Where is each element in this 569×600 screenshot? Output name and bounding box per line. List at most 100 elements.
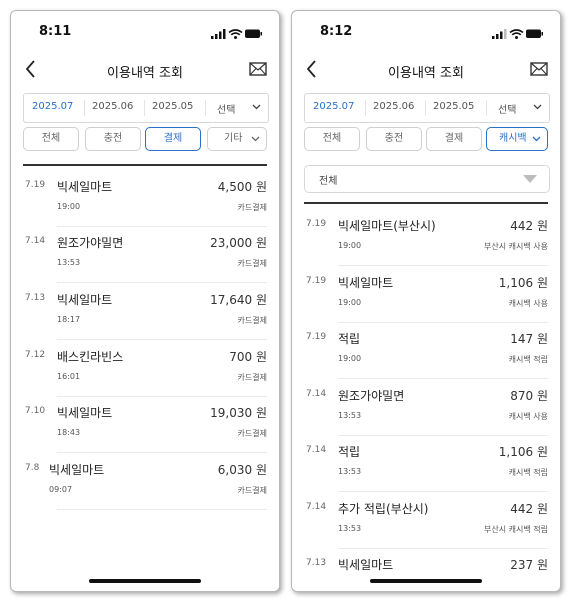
row-date: 7.19 xyxy=(306,276,327,286)
wifi-icon xyxy=(228,29,243,39)
status-time: 8:12 xyxy=(320,24,353,39)
envelope-icon[interactable] xyxy=(530,62,548,76)
row-separator xyxy=(57,339,267,340)
row-separator xyxy=(57,509,267,510)
row-type: 캐시백 적립 xyxy=(508,355,548,364)
row-time: 19:00 xyxy=(57,202,81,211)
row-type: 카드결제 xyxy=(237,373,267,382)
row-amount: 23,000 원 xyxy=(210,236,267,250)
tab-all[interactable]: 전체 xyxy=(23,127,79,151)
tab-etc[interactable]: 기타 xyxy=(207,127,267,151)
month-option-2025-07[interactable]: 2025.07 xyxy=(32,101,73,112)
month-option-2025-06[interactable]: 2025.06 xyxy=(373,101,414,112)
row-date: 7.13 xyxy=(306,558,327,568)
chevron-down-icon xyxy=(251,136,260,142)
row-merchant: 빅세일마트 xyxy=(57,406,113,420)
row-amount: 442 원 xyxy=(510,502,548,516)
envelope-icon[interactable] xyxy=(249,62,267,76)
row-merchant: 빅세일마트 xyxy=(338,558,394,572)
row-type: 캐시백 적립 xyxy=(508,468,548,477)
row-amount: 1,106 원 xyxy=(498,445,548,459)
home-indicator xyxy=(89,579,201,583)
row-amount: 17,640 원 xyxy=(210,293,267,307)
row-amount: 147 원 xyxy=(510,332,548,346)
transaction-row[interactable]: 7.13 빅세일마트 237 원 xyxy=(304,549,548,591)
row-time: 13:53 xyxy=(338,467,362,476)
tab-payment[interactable]: 결제 xyxy=(426,127,482,151)
divider xyxy=(486,100,487,116)
row-date: 7.8 xyxy=(25,463,40,473)
row-date: 7.19 xyxy=(306,219,327,229)
tab-payment[interactable]: 결제 xyxy=(145,127,201,151)
battery-icon xyxy=(526,29,543,38)
row-merchant: 원조가야밀면 xyxy=(338,389,405,403)
month-select-dropdown[interactable]: 선택 xyxy=(498,101,516,116)
row-merchant: 적립 xyxy=(338,332,361,346)
tab-charge[interactable]: 충전 xyxy=(366,127,422,151)
month-selector: 2025.07 2025.06 2025.05 선택 xyxy=(304,93,550,123)
row-amount: 19,030 원 xyxy=(210,406,267,420)
row-date: 7.14 xyxy=(306,389,327,399)
row-amount: 1,106 원 xyxy=(498,276,548,290)
row-amount: 237 원 xyxy=(510,558,548,572)
row-separator xyxy=(338,491,548,492)
transaction-row[interactable]: 7.19 빅세일마트 4,500 원 19:00 카드결제 xyxy=(23,171,267,227)
tab-cashback[interactable]: 캐시백 xyxy=(486,127,548,151)
transaction-row[interactable]: 7.12 배스킨라빈스 700 원 16:01 카드결제 xyxy=(23,341,267,397)
transaction-row[interactable]: 7.10 빅세일마트 19,030 원 18:43 카드결제 xyxy=(23,397,267,453)
row-date: 7.14 xyxy=(25,236,46,246)
transaction-row[interactable]: 7.14 원조가야밀면 870 원 13:53 캐시백 사용 xyxy=(304,380,548,436)
phone-screen-left: 8:11 이용내역 조회 2025.07 2025.06 2025.05 선택 … xyxy=(10,10,280,592)
status-bar: 8:12 xyxy=(292,23,560,43)
filter-value: 전체 xyxy=(319,176,338,187)
chevron-down-icon xyxy=(532,136,541,142)
month-option-2025-06[interactable]: 2025.06 xyxy=(92,101,133,112)
cashback-filter-select[interactable]: 전체 xyxy=(304,165,550,193)
row-time: 19:00 xyxy=(338,298,362,307)
row-type: 카드결제 xyxy=(237,316,267,325)
row-merchant: 빅세일마트 xyxy=(57,293,113,307)
row-time: 13:53 xyxy=(338,524,362,533)
month-option-2025-05[interactable]: 2025.05 xyxy=(152,101,193,112)
row-merchant: 추가 적립(부산시) xyxy=(338,502,429,516)
tab-charge[interactable]: 충전 xyxy=(85,127,141,151)
chevron-down-icon xyxy=(252,104,261,110)
transaction-row[interactable]: 7.14 추가 적립(부산시) 442 원 13:53 부산시 캐시백 적립 xyxy=(304,493,548,549)
row-separator xyxy=(338,265,548,266)
month-selector: 2025.07 2025.06 2025.05 선택 xyxy=(23,93,269,123)
month-option-2025-05[interactable]: 2025.05 xyxy=(433,101,474,112)
row-merchant: 적립 xyxy=(338,445,361,459)
row-type: 캐시백 사용 xyxy=(508,412,548,421)
row-type: 카드결제 xyxy=(237,203,267,212)
transaction-row[interactable]: 7.14 원조가야밀면 23,000 원 13:53 카드결제 xyxy=(23,227,267,283)
row-type: 부산시 캐시백 적립 xyxy=(484,525,548,534)
row-separator xyxy=(57,282,267,283)
row-type: 카드결제 xyxy=(237,259,267,268)
status-icons xyxy=(492,29,543,39)
row-time: 13:53 xyxy=(338,411,362,420)
month-select-dropdown[interactable]: 선택 xyxy=(217,101,235,116)
transaction-row[interactable]: 7.19 빅세일마트(부산시) 442 원 19:00 부산시 캐시백 사용 xyxy=(304,210,548,266)
phone-screen-right: 8:12 이용내역 조회 2025.07 2025.06 2025.05 선택 … xyxy=(291,10,561,592)
row-date: 7.13 xyxy=(25,293,46,303)
chevron-down-icon xyxy=(533,104,542,110)
row-amount: 700 원 xyxy=(229,350,267,364)
dropdown-triangle-icon xyxy=(523,175,537,183)
transaction-row[interactable]: 7.8 빅세일마트 6,030 원 09:07 카드결제 xyxy=(23,454,267,510)
signal-icon xyxy=(492,29,507,39)
signal-icon xyxy=(211,29,226,39)
row-time: 09:07 xyxy=(49,485,73,494)
transaction-row[interactable]: 7.13 빅세일마트 17,640 원 18:17 카드결제 xyxy=(23,284,267,340)
divider xyxy=(425,100,426,116)
row-type: 카드결제 xyxy=(237,429,267,438)
row-date: 7.19 xyxy=(306,332,327,342)
transaction-row[interactable]: 7.19 적립 147 원 19:00 캐시백 적립 xyxy=(304,323,548,379)
row-type: 카드결제 xyxy=(237,486,267,495)
transaction-row[interactable]: 7.14 적립 1,106 원 13:53 캐시백 적립 xyxy=(304,436,548,492)
month-option-2025-07[interactable]: 2025.07 xyxy=(313,101,354,112)
row-amount: 870 원 xyxy=(510,389,548,403)
transaction-row[interactable]: 7.19 빅세일마트 1,106 원 19:00 캐시백 사용 xyxy=(304,267,548,323)
row-date: 7.19 xyxy=(25,180,46,190)
tab-all[interactable]: 전체 xyxy=(304,127,360,151)
row-amount: 442 원 xyxy=(510,219,548,233)
